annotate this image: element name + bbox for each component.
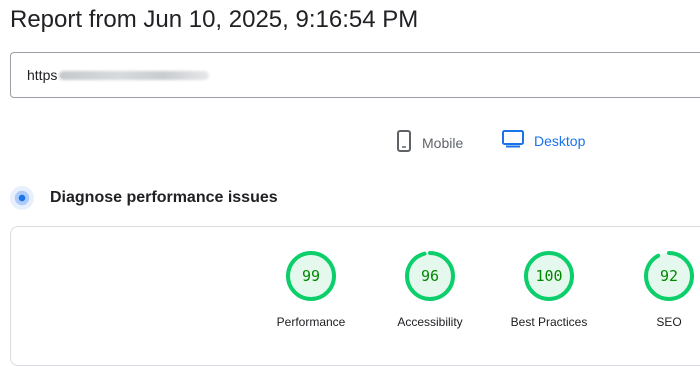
gauge-score: 96	[421, 267, 439, 285]
mobile-tab[interactable]: Mobile	[396, 130, 463, 155]
gauge-score: 100	[535, 267, 562, 285]
gauge-score: 92	[660, 267, 678, 285]
url-input[interactable]: https	[10, 52, 700, 98]
gauge-label: Performance	[276, 315, 346, 329]
gauge-seo[interactable]: 92 SEO	[614, 250, 700, 329]
device-toggle: Mobile Desktop	[0, 130, 700, 156]
desktop-tab[interactable]: Desktop	[502, 130, 585, 151]
redacted-url-blur	[59, 70, 210, 80]
gauge-performance[interactable]: 99 Performance	[256, 250, 366, 329]
diagnose-label: Diagnose performance issues	[50, 189, 278, 206]
report-title: Report from Jun 10, 2025, 9:16:54 PM	[10, 6, 419, 33]
phone-icon	[396, 130, 412, 155]
gauge-accessibility[interactable]: 96 Accessibility	[375, 250, 485, 329]
gauge-ring: 100	[524, 251, 574, 301]
gauge-label: Best Practices	[510, 315, 588, 329]
desktop-label: Desktop	[534, 132, 586, 149]
gauge-label: SEO	[656, 315, 682, 329]
gauge-ring: 96	[405, 251, 455, 301]
monitor-icon	[502, 130, 524, 151]
diagnose-icon	[10, 186, 34, 210]
gauge-best-practices[interactable]: 100 Best Practices	[494, 250, 604, 329]
mobile-label: Mobile	[422, 134, 464, 151]
gauge-ring: 99	[286, 251, 336, 301]
diagnose-section-header: Diagnose performance issues	[10, 186, 278, 210]
url-value: https	[27, 67, 58, 83]
gauge-label: Accessibility	[397, 315, 463, 329]
gauge-ring: 92	[644, 251, 694, 301]
gauge-score: 99	[302, 267, 320, 285]
